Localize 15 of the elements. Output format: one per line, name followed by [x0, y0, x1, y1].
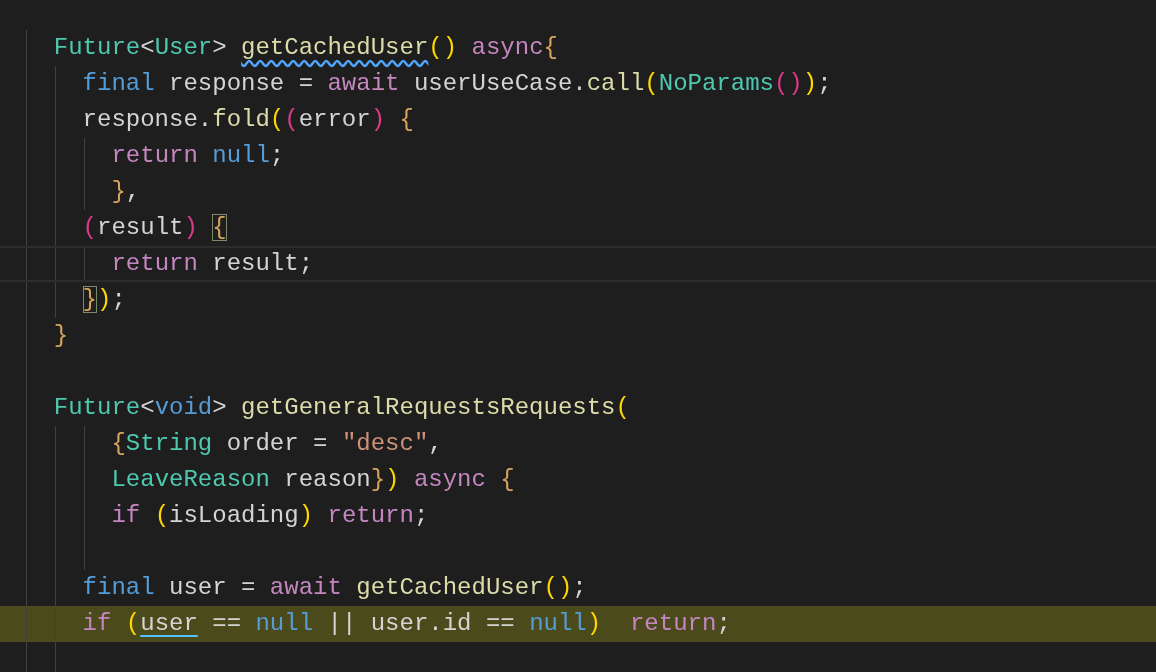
- code-line: }: [52, 321, 69, 351]
- code-line: Future<User> getCachedUser() async{: [52, 33, 558, 63]
- code-line: response.fold((error) {: [81, 105, 414, 135]
- code-line: return null;: [110, 141, 285, 171]
- code-line: },: [110, 177, 141, 207]
- code-line: return result;: [110, 249, 314, 279]
- code-line: if (user == null || user.id == null) return;: [81, 609, 731, 639]
- code-line: (result) {: [81, 213, 227, 243]
- code-line: if (isLoading) return;: [110, 501, 429, 531]
- code-line: Future<void> getGeneralRequestsRequests(: [52, 393, 630, 423]
- code-line: });: [81, 285, 126, 315]
- code-line: LeaveReason reason}) async {: [110, 465, 515, 495]
- code-line: {String order = "desc",: [110, 429, 443, 459]
- code-line: final user = await getCachedUser();: [81, 573, 587, 603]
- code-line: final response = await userUseCase.call(NoParams());: [81, 69, 832, 99]
